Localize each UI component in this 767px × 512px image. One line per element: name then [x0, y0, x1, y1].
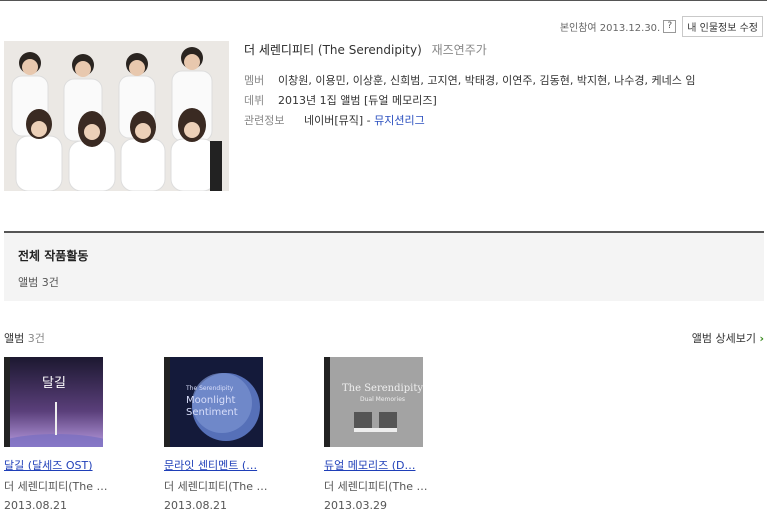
cover-title-text: 달길 [42, 376, 66, 391]
album-item[interactable]: 달길 달길 (달세즈 OST) 더 세렌디피티(The … 2013.08.21 [4, 357, 124, 512]
related-value: 네이버[뮤직] - 뮤지션리그 [304, 112, 425, 130]
album-date: 2013.08.21 [4, 499, 67, 512]
album-cover[interactable]: 달길 [4, 357, 103, 447]
album-cover[interactable]: The Serendipity Dual Memories [324, 357, 423, 447]
albums-label: 앨범 [4, 332, 25, 345]
profile-role: 재즈연주가 [431, 43, 487, 57]
cover-spine [4, 357, 10, 447]
album-date: 2013.03.29 [324, 499, 387, 512]
members-value: 이창원, 이용민, 이상훈, 신희범, 고지연, 박태경, 이연주, 김동현, … [278, 74, 696, 87]
svg-text:The Serendipity: The Serendipity [185, 385, 234, 392]
members-label: 멤버 [244, 74, 265, 87]
svg-text:Moonlight: Moonlight [186, 395, 235, 406]
top-border [0, 0, 767, 1]
works-summary: 전체 작품활동 앨범 3건 [4, 231, 764, 301]
debut-row: 데뷔 2013년 1집 앨범 [듀얼 메모리즈] [244, 92, 764, 110]
name-korean: 더 세렌디피티 [244, 43, 315, 57]
musician-league-link[interactable]: 뮤지션리그 [374, 114, 425, 127]
name-english: (The Serendipity) [317, 43, 422, 57]
group-photo[interactable] [4, 41, 229, 191]
album-artist: 더 세렌디피티(The … [324, 480, 428, 493]
profile-name: 더 세렌디피티 (The Serendipity) 재즈연주가 [244, 41, 764, 58]
album-details-label: 앨범 상세보기 [691, 332, 756, 345]
group-photo-image [4, 41, 229, 191]
album-cover[interactable]: The Serendipity Moonlight Sentiment [164, 357, 263, 447]
album-cover-art: The Serendipity Dual Memories [324, 357, 423, 447]
album-title-link[interactable]: 듀얼 메모리즈 (D… [324, 457, 444, 473]
edit-profile-button[interactable]: 내 인물정보 수정 [682, 16, 763, 37]
album-title-link[interactable]: 달길 (달세즈 OST) [4, 457, 124, 473]
profile-info: 더 세렌디피티 (The Serendipity) 재즈연주가 멤버 이창원, … [244, 41, 764, 130]
album-cover-art: 달길 [4, 357, 103, 447]
svg-text:The Serendipity: The Serendipity [342, 383, 423, 394]
profile-meta: 본인참여 2013.12.30. ? 내 인물정보 수정 [560, 16, 763, 37]
album-artist: 더 세렌디피티(The … [4, 480, 108, 493]
reference-text: 본인참여 2013.12.30. [559, 23, 661, 34]
debut-label: 데뷔 [244, 94, 265, 107]
albums-header: 앨범 3건 앨범 상세보기 › [4, 330, 764, 346]
album-date: 2013.08.21 [164, 499, 227, 512]
chevron-right-icon: › [759, 332, 764, 345]
cover-spine [164, 357, 170, 447]
related-label: 관련정보 [244, 114, 285, 127]
help-icon[interactable]: ? [663, 20, 677, 33]
debut-value: 2013년 1집 앨범 [듀얼 메모리즈] [278, 94, 437, 107]
album-details-link[interactable]: 앨범 상세보기 › [692, 330, 764, 346]
album-cover-art: The Serendipity Moonlight Sentiment [164, 357, 263, 447]
cover-spine [324, 357, 330, 447]
related-row: 관련정보 네이버[뮤직] - 뮤지션리그 [244, 112, 764, 130]
album-title-link[interactable]: 문라잇 센티멘트 (… [164, 457, 284, 473]
works-count[interactable]: 앨범 3건 [18, 274, 59, 290]
related-prefix: 네이버[뮤직] - [304, 114, 375, 127]
svg-text:Sentiment: Sentiment [186, 407, 238, 418]
works-title: 전체 작품활동 [18, 249, 89, 263]
members-row: 멤버 이창원, 이용민, 이상훈, 신희범, 고지연, 박태경, 이연주, 김동… [244, 72, 764, 90]
album-artist: 더 세렌디피티(The … [164, 480, 268, 493]
svg-text:Dual Memories: Dual Memories [360, 396, 405, 403]
albums-count: 3건 [27, 332, 45, 345]
album-item[interactable]: The Serendipity Moonlight Sentiment 문라잇 … [164, 357, 284, 512]
album-item[interactable]: The Serendipity Dual Memories 듀얼 메모리즈 (D… [324, 357, 444, 512]
